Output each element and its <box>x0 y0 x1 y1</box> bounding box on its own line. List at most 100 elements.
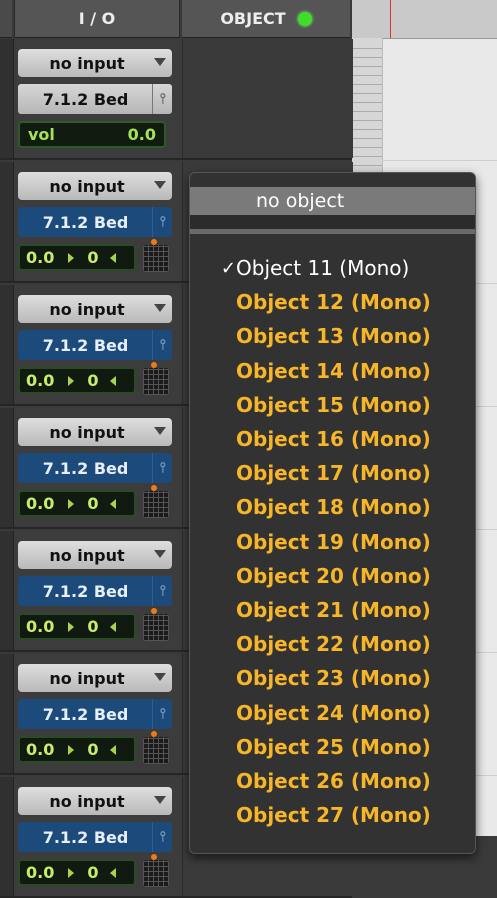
menu-item-object[interactable]: Object 14 (Mono) <box>190 354 475 388</box>
input-selector[interactable]: no input <box>18 295 172 323</box>
menu-item-object[interactable]: Object 22 (Mono) <box>190 627 475 661</box>
grid-icon[interactable] <box>143 245 169 272</box>
output-bed-selector[interactable]: 7.1.2 Bed ⫯ <box>18 330 172 360</box>
pan-value-right: 0 <box>87 740 99 759</box>
input-selector[interactable]: no input <box>18 172 172 200</box>
grid-icon[interactable] <box>143 614 169 641</box>
pan-display[interactable]: 0.0 0 <box>18 490 136 517</box>
menu-item-object[interactable]: Object 20 (Mono) <box>190 559 475 593</box>
input-selector-label: no input <box>49 299 125 319</box>
fork-icon[interactable]: ⫯ <box>152 84 172 114</box>
output-bed-selector[interactable]: 7.1.2 Bed ⫯ <box>18 84 172 114</box>
pan-display[interactable]: 0.0 0 <box>18 244 136 271</box>
strip-left-column <box>0 162 14 281</box>
menu-item-label: Object 15 (Mono) <box>236 392 431 417</box>
pan-value-right: 0 <box>87 863 99 882</box>
timeline-ruler[interactable] <box>352 0 497 39</box>
menu-item-label: Object 18 (Mono) <box>236 495 431 520</box>
menu-item-object[interactable]: Object 19 (Mono) <box>190 525 475 559</box>
triangle-down-icon <box>154 181 166 189</box>
triangle-left-icon <box>110 375 116 386</box>
pan-value-right: 0 <box>87 248 99 267</box>
gutter-tick <box>352 147 382 148</box>
fork-icon[interactable]: ⫯ <box>152 822 172 852</box>
output-bed-label: 7.1.2 Bed <box>42 704 129 724</box>
gutter-tick <box>352 66 382 67</box>
pan-display[interactable]: 0.0 0 <box>18 859 136 886</box>
triangle-down-icon <box>154 673 166 681</box>
triangle-right-icon <box>68 498 74 509</box>
gutter-tick <box>352 120 382 121</box>
grid-icon[interactable] <box>143 737 169 764</box>
green-status-dot-icon[interactable] <box>297 11 312 26</box>
pan-display[interactable]: 0.0 0 <box>18 736 136 763</box>
input-selector[interactable]: no input <box>18 541 172 569</box>
menu-divider <box>190 229 475 234</box>
menu-item-label: Object 14 (Mono) <box>236 358 431 383</box>
triangle-left-icon <box>110 621 116 632</box>
volume-value: 0.0 <box>127 125 156 144</box>
output-bed-selector[interactable]: 7.1.2 Bed ⫯ <box>18 822 172 852</box>
pan-display[interactable]: 0.0 0 <box>18 613 136 640</box>
menu-item-object[interactable]: Object 26 (Mono) <box>190 764 475 798</box>
triangle-right-icon <box>68 375 74 386</box>
output-bed-label: 7.1.2 Bed <box>42 212 129 232</box>
strip-object-column[interactable] <box>182 39 353 158</box>
pan-display[interactable]: 0.0 0 <box>18 367 136 394</box>
menu-item-object[interactable]: Object 15 (Mono) <box>190 388 475 422</box>
menu-item-object[interactable]: Object 12 (Mono) <box>190 285 475 319</box>
fork-icon[interactable]: ⫯ <box>152 207 172 237</box>
output-bed-selector[interactable]: 7.1.2 Bed ⫯ <box>18 576 172 606</box>
menu-separator <box>190 215 475 229</box>
gutter-tick <box>352 165 382 166</box>
menu-item-object[interactable]: Object 17 (Mono) <box>190 456 475 490</box>
input-selector-label: no input <box>49 545 125 565</box>
pan-value-right: 0 <box>87 371 99 390</box>
menu-item-label: Object 22 (Mono) <box>236 632 431 657</box>
menu-item-label: Object 21 (Mono) <box>236 598 431 622</box>
grid-icon[interactable] <box>143 491 169 518</box>
menu-item-object[interactable]: Object 16 (Mono) <box>190 422 475 456</box>
output-bed-selector[interactable]: 7.1.2 Bed ⫯ <box>18 207 172 237</box>
menu-item-no-object[interactable]: no object <box>190 187 475 215</box>
output-bed-label: 7.1.2 Bed <box>42 827 129 847</box>
pan-value-right: 0 <box>87 494 99 513</box>
output-bed-selector[interactable]: 7.1.2 Bed ⫯ <box>18 699 172 729</box>
output-bed-selector[interactable]: 7.1.2 Bed ⫯ <box>18 453 172 483</box>
object-header-label: OBJECT <box>220 9 286 28</box>
menu-item-object[interactable]: Object 18 (Mono) <box>190 490 475 524</box>
strip-left-column <box>0 654 14 773</box>
strip-left-column <box>0 777 14 896</box>
menu-item-object[interactable]: Object 24 (Mono) <box>190 696 475 730</box>
volume-display[interactable]: vol 0.0 <box>18 121 166 148</box>
menu-item-object[interactable]: Object 23 (Mono) <box>190 661 475 695</box>
pan-value-left: 0.0 <box>26 371 55 390</box>
object-column-header: OBJECT <box>182 0 350 38</box>
input-selector[interactable]: no input <box>18 418 172 446</box>
menu-item-label: Object 12 (Mono) <box>236 290 431 315</box>
menu-item-object[interactable]: Object 13 (Mono) <box>190 319 475 353</box>
fork-icon[interactable]: ⫯ <box>152 699 172 729</box>
menu-item-label: Object 20 (Mono) <box>236 563 431 588</box>
grid-icon[interactable] <box>143 860 169 887</box>
menu-item-object[interactable]: Object 27 (Mono) <box>190 798 475 832</box>
input-selector[interactable]: no input <box>18 787 172 815</box>
triangle-down-icon <box>154 58 166 66</box>
input-selector[interactable]: no input <box>18 664 172 692</box>
menu-item-object[interactable]: Object 25 (Mono) <box>190 730 475 764</box>
triangle-right-icon <box>68 252 74 263</box>
menu-item-object[interactable]: Object 21 (Mono) <box>190 593 475 627</box>
fork-icon[interactable]: ⫯ <box>152 453 172 483</box>
strip-left-column <box>0 408 14 527</box>
channel-strip: no input 7.1.2 Bed ⫯ vol 0.0 <box>0 39 353 160</box>
fork-icon[interactable]: ⫯ <box>152 330 172 360</box>
menu-item-label: Object 23 (Mono) <box>236 666 431 691</box>
grid-icon[interactable] <box>143 368 169 395</box>
output-bed-label: 7.1.2 Bed <box>42 458 129 478</box>
triangle-right-icon <box>68 867 74 878</box>
menu-item-object[interactable]: ✓ Object 11 (Mono) <box>190 251 475 285</box>
input-selector[interactable]: no input <box>18 49 172 77</box>
strip-left-column <box>0 39 14 158</box>
triangle-right-icon <box>68 744 74 755</box>
fork-icon[interactable]: ⫯ <box>152 576 172 606</box>
